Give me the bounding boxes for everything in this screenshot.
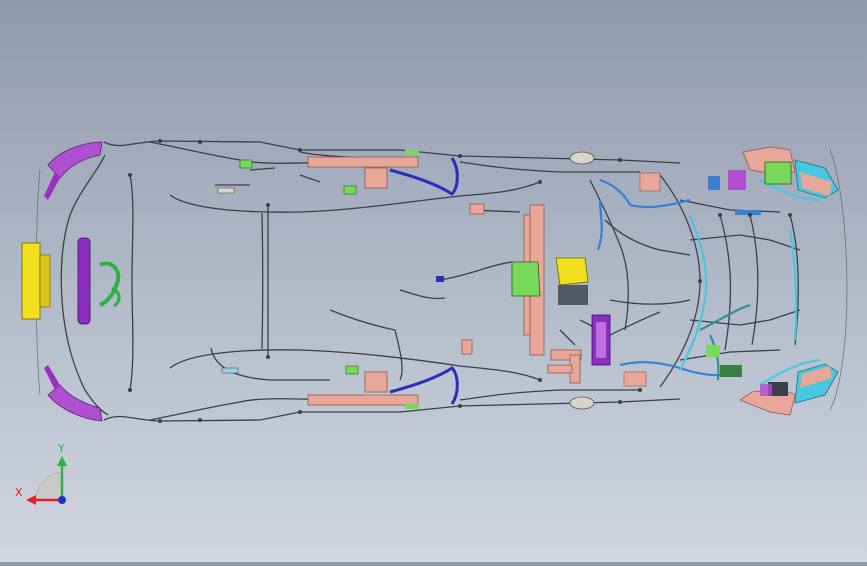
door-harness	[389, 157, 459, 405]
y-axis-label: Y	[57, 442, 65, 455]
x-axis-label: X	[15, 486, 23, 499]
x-axis-arrowhead	[26, 495, 36, 505]
wiring-harness-drawing[interactable]: X Y	[0, 0, 867, 562]
engine-bay-components	[623, 146, 839, 416]
rear-lamps	[21, 141, 121, 422]
connector-dots	[128, 139, 792, 423]
z-axis-marker	[58, 496, 66, 504]
y-axis-arrowhead	[57, 456, 67, 466]
triad-plane	[35, 471, 63, 501]
cad-viewport[interactable]: X Y	[0, 0, 867, 562]
axis-triad: X Y	[15, 442, 67, 505]
